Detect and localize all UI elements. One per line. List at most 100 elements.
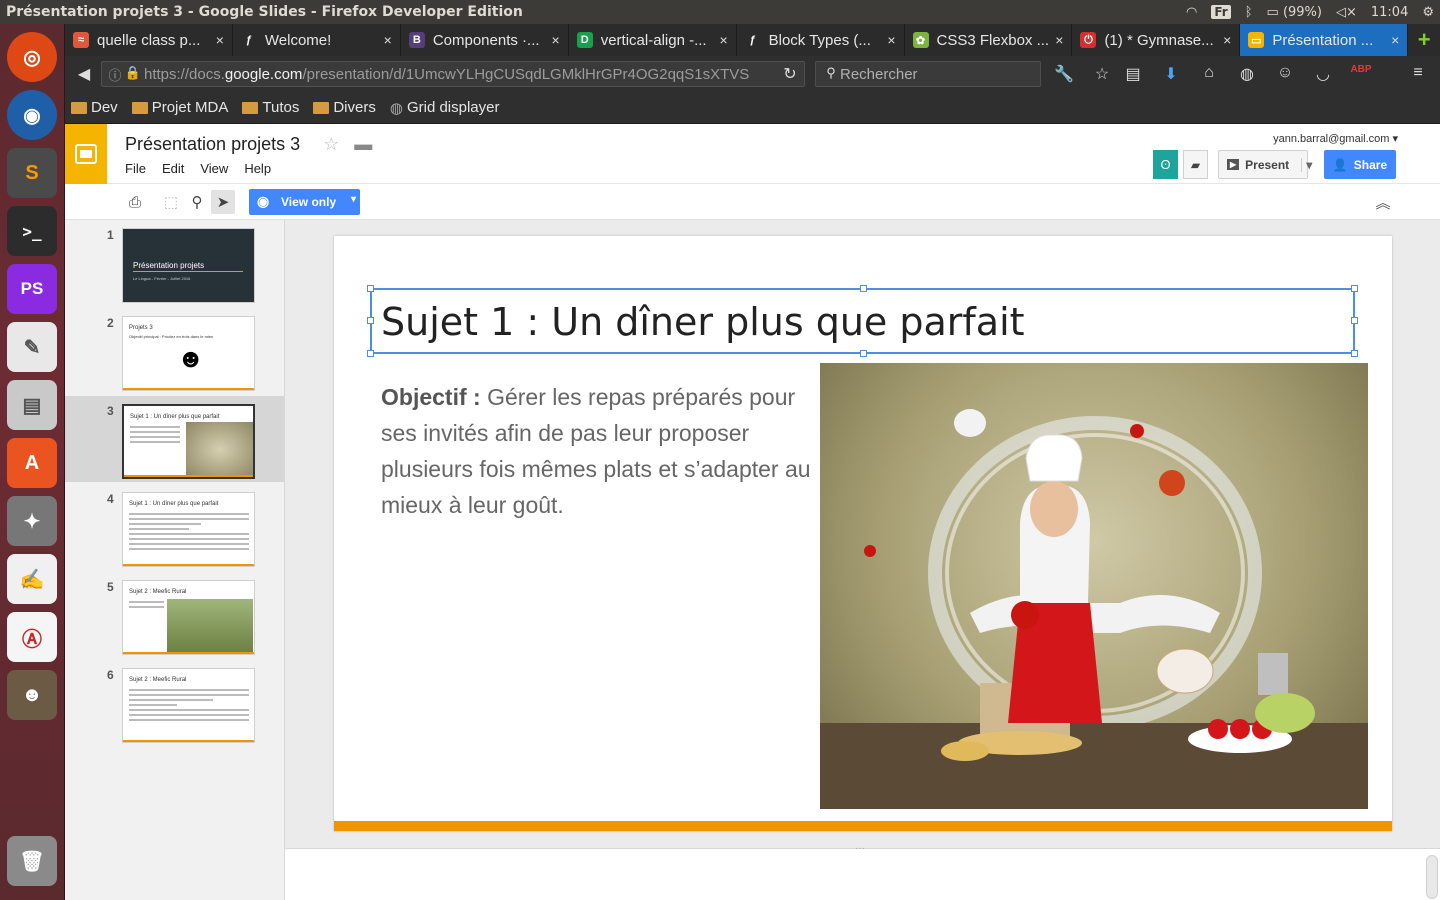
view-only-button[interactable]: ◉ View only ▾ bbox=[249, 189, 360, 215]
slide-body[interactable]: Objectif : Gérer les repas préparés pour… bbox=[381, 379, 811, 523]
chat-icon[interactable]: ☺ bbox=[1274, 64, 1296, 84]
file-manager-icon[interactable]: ▤ bbox=[7, 380, 57, 430]
bookmark-tutos[interactable]: Tutos bbox=[242, 99, 299, 116]
firefox-icon[interactable]: ◉ bbox=[7, 90, 57, 140]
url-bar[interactable]: ⓘ 🔒 https://docs. google.com/presentation… bbox=[101, 61, 805, 87]
slide-thumbnail[interactable]: 6 Sujet 2 : Meefic Rural bbox=[65, 660, 284, 746]
current-slide[interactable]: Sujet 1 : Un dîner plus que parfait Obje… bbox=[334, 236, 1392, 831]
slide-thumbnail-selected[interactable]: 3 Sujet 1 : Un dîner plus que parfait bbox=[65, 396, 284, 482]
slide-thumbnail[interactable]: 2 Projets 3 Objectif principal : Proclez… bbox=[65, 308, 284, 394]
fit-icon[interactable]: ⬚ bbox=[159, 190, 183, 214]
adblock-icon[interactable]: ABP bbox=[1350, 64, 1372, 84]
resize-handle[interactable] bbox=[367, 350, 374, 357]
bookmark-grid-displayer[interactable]: ◍ Grid displayer bbox=[390, 99, 500, 117]
account-menu[interactable]: yann.barral@gmail.com ▾ bbox=[1273, 132, 1398, 145]
menu-file[interactable]: File bbox=[125, 161, 146, 176]
tab-5[interactable]: ✿ CSS3 Flexbox ... × bbox=[905, 24, 1073, 56]
text-editor-icon[interactable]: ✎ bbox=[7, 322, 57, 372]
share-button[interactable]: 👤 Share bbox=[1324, 150, 1396, 179]
tab-1[interactable]: ƒ Welcome! × bbox=[233, 24, 401, 56]
comments-icon[interactable]: ▰ bbox=[1183, 150, 1208, 179]
resize-handle[interactable]: ··· bbox=[855, 843, 865, 854]
star-icon[interactable]: ☆ bbox=[323, 134, 339, 154]
search-input[interactable]: ⚲ Rechercher bbox=[815, 61, 1041, 87]
resize-handle[interactable] bbox=[1351, 350, 1358, 357]
bookmark-dev[interactable]: Dev bbox=[71, 99, 118, 116]
sublime-text-icon[interactable]: S bbox=[7, 148, 57, 198]
notes-icon[interactable]: ✍ bbox=[7, 554, 57, 604]
close-icon[interactable]: × bbox=[1223, 32, 1231, 48]
phpstorm-icon[interactable]: PS bbox=[7, 264, 57, 314]
scrollbar[interactable] bbox=[1426, 855, 1438, 899]
download-icon[interactable]: ⬇ bbox=[1160, 64, 1182, 84]
battery-icon[interactable]: ▭ (99%) bbox=[1267, 5, 1322, 20]
close-icon[interactable]: × bbox=[552, 32, 560, 48]
reading-list-icon[interactable]: ▤ bbox=[1122, 64, 1144, 84]
chevron-down-icon[interactable]: ▾ bbox=[1301, 157, 1312, 172]
tab-0[interactable]: ≈ quelle class p... × bbox=[65, 24, 233, 56]
menu-view[interactable]: View bbox=[200, 161, 228, 176]
wrench-icon[interactable]: 🔧 bbox=[1053, 64, 1075, 84]
menu-icon[interactable]: ≡ bbox=[1407, 64, 1429, 84]
close-icon[interactable]: × bbox=[1055, 32, 1063, 48]
tab-4[interactable]: ƒ Block Types (... × bbox=[737, 24, 905, 56]
close-icon[interactable]: × bbox=[887, 32, 895, 48]
trash-icon[interactable]: 🗑 bbox=[7, 836, 57, 886]
close-icon[interactable]: × bbox=[719, 32, 727, 48]
resize-handle[interactable] bbox=[1351, 285, 1358, 292]
slides-logo-icon[interactable] bbox=[65, 124, 107, 184]
slide-thumbnail[interactable]: 5 Sujet 2 : Meefic Rural bbox=[65, 572, 284, 658]
reload-icon[interactable]: ↻ bbox=[779, 64, 801, 84]
wifi-icon[interactable]: ◠ bbox=[1186, 5, 1197, 20]
terminal-icon[interactable]: >_ bbox=[7, 206, 57, 256]
star-icon[interactable]: ☆ bbox=[1091, 64, 1113, 84]
tab-3[interactable]: Dvertical-align -... × bbox=[569, 24, 737, 56]
gear-icon[interactable]: ⚙ bbox=[1422, 5, 1434, 20]
resize-handle[interactable] bbox=[860, 350, 867, 357]
slide-thumbnail[interactable]: 1 Présentation projets Le Lingua - Févri… bbox=[65, 220, 284, 306]
chevron-down-icon[interactable]: ▾ bbox=[351, 194, 356, 205]
resize-handle[interactable] bbox=[860, 285, 867, 292]
menu-edit[interactable]: Edit bbox=[162, 161, 184, 176]
new-tab-button[interactable]: + bbox=[1408, 24, 1440, 56]
bookmark-divers[interactable]: Divers bbox=[313, 99, 376, 116]
clock[interactable]: 11:04 bbox=[1371, 5, 1408, 20]
keyboard-layout[interactable]: Fr bbox=[1211, 5, 1231, 19]
home-icon[interactable]: ⌂ bbox=[1198, 64, 1220, 84]
gimp-icon[interactable]: ☻ bbox=[7, 670, 57, 720]
software-center-icon[interactable]: A bbox=[7, 438, 57, 488]
pocket-icon[interactable]: ◡ bbox=[1312, 64, 1334, 84]
ubuntu-icon[interactable]: ◎ bbox=[7, 32, 57, 82]
resize-handle[interactable] bbox=[1351, 317, 1358, 324]
resize-handle[interactable] bbox=[367, 285, 374, 292]
collapse-icon[interactable]: ︽ bbox=[1371, 190, 1395, 214]
thumbnail-title: Sujet 1 : Un dîner plus que parfait bbox=[130, 414, 220, 420]
back-icon[interactable]: ◀ bbox=[73, 64, 95, 84]
chef-photo[interactable] bbox=[820, 363, 1368, 809]
close-icon[interactable]: × bbox=[1391, 32, 1399, 48]
close-icon[interactable]: × bbox=[216, 32, 224, 48]
bluetooth-icon[interactable]: ᛒ bbox=[1245, 5, 1253, 20]
owl-extension-icon[interactable]: ʘ bbox=[1153, 150, 1178, 179]
sync-icon[interactable]: ◍ bbox=[1236, 64, 1258, 84]
bookmark-projet-mda[interactable]: Projet MDA bbox=[131, 99, 228, 116]
slide-title[interactable]: Sujet 1 : Un dîner plus que parfait bbox=[381, 300, 1025, 344]
slide-thumbnail[interactable]: 4 Sujet 1 : Un dîner plus que parfait bbox=[65, 484, 284, 570]
select-pointer-icon[interactable]: ➤ bbox=[211, 190, 235, 214]
resize-handle[interactable] bbox=[367, 317, 374, 324]
tab-7-active[interactable]: ▭ Présentation ... × bbox=[1240, 24, 1409, 56]
settings-icon[interactable]: ✦ bbox=[7, 496, 57, 546]
speaker-notes-panel[interactable]: ··· bbox=[285, 843, 1440, 900]
present-button[interactable]: ▶ Present ▾ bbox=[1218, 150, 1312, 179]
menu-help[interactable]: Help bbox=[244, 161, 271, 176]
tab-6[interactable]: ⏻ (1) * Gymnase... × bbox=[1072, 24, 1241, 56]
tab-2[interactable]: B Components ·... × bbox=[401, 24, 569, 56]
print-icon[interactable]: ⎙ bbox=[123, 190, 147, 214]
volume-icon[interactable]: ◁× bbox=[1336, 5, 1357, 20]
document-title[interactable]: Présentation projets 3 ☆ ▬ bbox=[125, 134, 372, 155]
thumbnail-canvas: Sujet 2 : Meefic Rural bbox=[122, 580, 255, 655]
zoom-icon[interactable]: ⚲ bbox=[185, 190, 209, 214]
folder-icon[interactable]: ▬ bbox=[354, 134, 372, 154]
close-icon[interactable]: × bbox=[384, 32, 392, 48]
pdf-reader-icon[interactable]: Ⓐ bbox=[7, 612, 57, 662]
